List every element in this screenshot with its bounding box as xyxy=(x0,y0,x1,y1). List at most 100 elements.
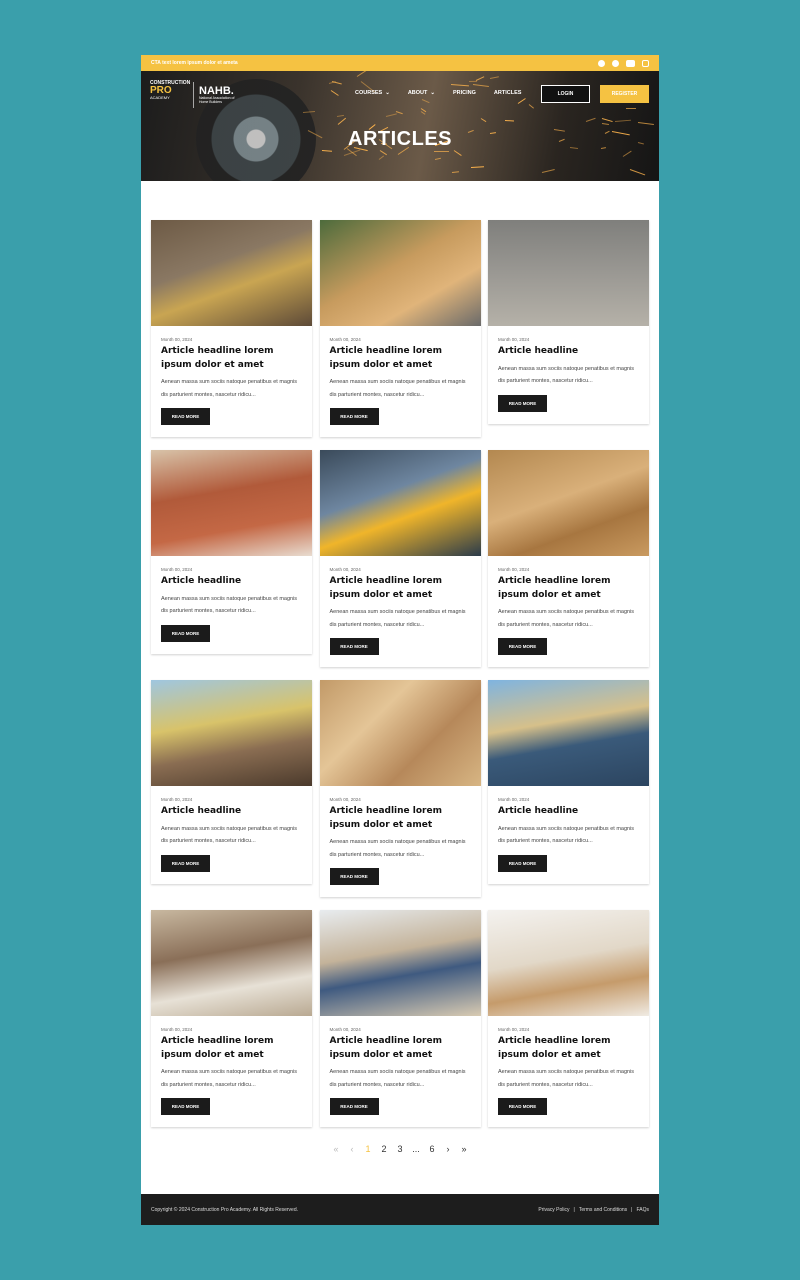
read-more-button[interactable]: READ MORE xyxy=(498,1098,547,1115)
prev-page-button[interactable]: ‹ xyxy=(348,1144,356,1154)
article-card-body: Month 00, 2024 Article headline lorem ips… xyxy=(151,1016,312,1127)
contractor-kitchen-image[interactable] xyxy=(151,910,312,1016)
article-headline[interactable]: Article headline lorem ipsum dolor et am… xyxy=(330,345,471,372)
bricklaying-image[interactable] xyxy=(151,450,312,556)
page-6-button[interactable]: 6 xyxy=(428,1144,436,1154)
article-card-body: Month 00, 2024 Article headline Aenean mas… xyxy=(488,786,649,884)
facebook-icon[interactable] xyxy=(598,59,605,67)
read-more-button[interactable]: READ MORE xyxy=(329,868,379,885)
article-headline[interactable]: Article headline xyxy=(498,805,639,819)
spark-streak xyxy=(489,76,498,80)
carpenter-workbench-image[interactable] xyxy=(319,910,481,1016)
article-headline[interactable]: Article headline lorem ipsum dolor et am… xyxy=(498,1035,639,1062)
register-button[interactable]: REGISTER xyxy=(600,85,649,103)
logo[interactable]: CONSTRUCTION PRO ACADEMY NAHB. National … xyxy=(150,81,237,109)
cta-text[interactable]: CTA text lorem ipsum dolor et ameta xyxy=(151,60,238,66)
roof-tiles-image[interactable] xyxy=(488,680,649,786)
chevron-down-icon: ⌄ xyxy=(385,90,390,96)
article-excerpt: Aenean massa sum sociis natoque penatibu… xyxy=(329,609,466,628)
login-button[interactable]: LOGIN xyxy=(541,85,590,103)
spark-streak xyxy=(622,150,632,158)
article-excerpt: Aenean massa sum sociis natoque penatibu… xyxy=(498,609,635,628)
article-headline[interactable]: Article headline lorem ipsum dolor et am… xyxy=(330,1035,471,1062)
footer: Copyright © 2024 Construction Pro Academ… xyxy=(141,1194,659,1225)
read-more-button[interactable]: READ MORE xyxy=(498,394,547,412)
article-card: Month 00, 2024 Article headline lorem ips… xyxy=(151,910,312,1127)
faqs-link[interactable]: FAQs xyxy=(636,1207,649,1213)
article-headline[interactable]: Article headline xyxy=(498,345,639,359)
safety-sign-image[interactable] xyxy=(151,220,312,326)
article-card: Month 00, 2024 Article headline Aenean mas… xyxy=(488,680,649,884)
main-nav: COURSES ⌄ ABOUT ⌄ PRICING ARTICLES xyxy=(355,90,521,96)
roof-harness-image[interactable] xyxy=(319,450,481,556)
last-page-button[interactable]: » xyxy=(460,1144,468,1154)
pinterest-icon[interactable] xyxy=(612,59,619,67)
page-3-button[interactable]: 3 xyxy=(396,1144,404,1154)
spark-streak xyxy=(329,81,336,84)
excavator-image[interactable] xyxy=(151,680,312,786)
wood-frame-image[interactable] xyxy=(488,450,649,556)
article-headline[interactable]: Article headline lorem ipsum dolor et am… xyxy=(161,345,302,372)
spark-streak xyxy=(330,90,339,97)
concrete-pour-image[interactable] xyxy=(488,220,649,326)
article-headline[interactable]: Article headline lorem ipsum dolor et am… xyxy=(161,1035,302,1062)
article-card: Month 00, 2024 Article headline lorem ips… xyxy=(151,220,312,437)
article-headline[interactable]: Article headline lorem ipsum dolor et am… xyxy=(330,805,471,832)
article-headline[interactable]: Article headline lorem ipsum dolor et am… xyxy=(498,575,639,602)
spark-streak xyxy=(470,165,485,168)
white-kitchen-image[interactable] xyxy=(488,910,649,1016)
article-card: Month 00, 2024 Article headline lorem ips… xyxy=(319,450,481,667)
article-headline[interactable]: Article headline xyxy=(161,805,302,819)
article-card-body: Month 00, 2024 Article headline Aenean mas… xyxy=(151,556,312,654)
nav-about[interactable]: ABOUT ⌄ xyxy=(408,90,435,96)
spark-streak xyxy=(630,168,646,176)
chevron-down-icon: ⌄ xyxy=(430,90,435,96)
nav-courses[interactable]: COURSES ⌄ xyxy=(355,90,390,96)
article-card-body: Month 00, 2024 Article headline lorem ips… xyxy=(320,786,481,897)
construction-pro-logo: CONSTRUCTION PRO ACADEMY xyxy=(150,80,191,100)
spark-streak xyxy=(601,123,609,126)
read-more-button[interactable]: READ MORE xyxy=(329,1098,379,1115)
spark-streak xyxy=(637,121,654,125)
nav-pricing[interactable]: PRICING xyxy=(453,90,476,96)
page-2-button[interactable]: 2 xyxy=(380,1144,388,1154)
first-page-button[interactable]: « xyxy=(332,1144,340,1154)
read-more-button[interactable]: READ MORE xyxy=(498,854,547,872)
spark-streak xyxy=(602,117,613,122)
article-card-body: Month 00, 2024 Article headline Aenean mas… xyxy=(151,786,312,884)
read-more-button[interactable]: READ MORE xyxy=(498,638,547,655)
article-date: Month 00, 2024 xyxy=(498,567,530,572)
article-excerpt: Aenean massa sum sociis natoque penatibu… xyxy=(161,825,298,845)
footer-separator: | xyxy=(573,1206,575,1213)
youtube-icon[interactable] xyxy=(626,59,635,67)
read-more-button[interactable]: READ MORE xyxy=(161,408,210,425)
read-more-button[interactable]: READ MORE xyxy=(161,1098,210,1115)
pagination: « ‹ 1 2 3 ... 6 › » xyxy=(141,1144,659,1154)
read-more-button[interactable]: READ MORE xyxy=(161,624,210,642)
privacy-policy-link[interactable]: Privacy Policy xyxy=(538,1207,569,1213)
read-more-button[interactable]: READ MORE xyxy=(161,854,210,872)
article-date: Month 00, 2024 xyxy=(161,1027,193,1032)
spark-streak xyxy=(518,97,527,104)
instagram-icon[interactable] xyxy=(642,59,649,67)
nav-articles[interactable]: ARTICLES xyxy=(494,90,522,96)
terms-link[interactable]: Terms and Conditions xyxy=(579,1207,627,1213)
spark-streak xyxy=(336,115,344,118)
page-1-button[interactable]: 1 xyxy=(364,1144,372,1154)
roof-plywood-image[interactable] xyxy=(319,220,481,326)
next-page-button[interactable]: › xyxy=(444,1144,452,1154)
read-more-button[interactable]: READ MORE xyxy=(329,638,379,655)
spark-streak xyxy=(541,169,555,174)
nahb-logo: NAHB. National Association of Home Build… xyxy=(199,85,235,104)
article-excerpt: Aenean massa sum sociis natoque penatibu… xyxy=(498,1069,635,1088)
read-more-button[interactable]: READ MORE xyxy=(329,408,379,425)
article-card-body: Month 00, 2024 Article headline lorem ips… xyxy=(320,1016,481,1127)
timber-ends-image[interactable] xyxy=(319,680,481,786)
spark-streak xyxy=(480,118,486,123)
spark-streak xyxy=(356,71,368,77)
article-headline[interactable]: Article headline xyxy=(161,575,302,589)
article-date: Month 00, 2024 xyxy=(161,797,193,802)
article-headline[interactable]: Article headline lorem ipsum dolor et am… xyxy=(330,575,471,602)
spark-streak xyxy=(473,83,490,87)
article-card-body: Month 00, 2024 Article headline lorem ips… xyxy=(320,556,481,667)
